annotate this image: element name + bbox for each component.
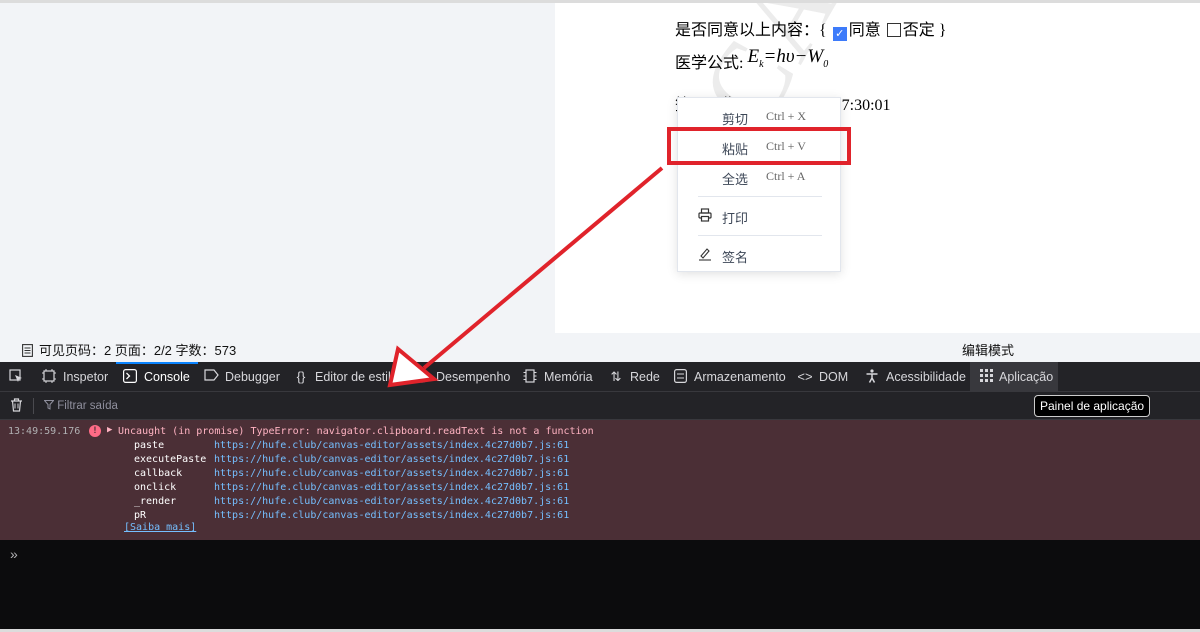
tab-label: Aplicação	[999, 370, 1054, 384]
document-icon	[22, 344, 33, 360]
error-icon: !	[89, 425, 101, 437]
memory-icon	[522, 369, 538, 386]
tab-label: Console	[144, 370, 190, 384]
accessibility-icon	[864, 369, 880, 386]
stack-function: _render	[134, 496, 177, 507]
page-info: 可见页码：2 页面：2/2 字数：573	[22, 340, 236, 360]
filter-divider	[33, 398, 34, 414]
agree-no-label: 否定	[902, 22, 935, 39]
tab-debugger[interactable]: Debugger	[203, 362, 283, 392]
stack-function: paste	[134, 440, 165, 451]
agree-no-checkbox[interactable]	[886, 23, 901, 37]
printer-icon	[698, 208, 712, 225]
menu-divider	[698, 235, 822, 236]
tab-label: Inspetor	[63, 370, 109, 384]
tab-application[interactable]: Aplicação	[970, 362, 1058, 392]
stack-function: executePaste	[134, 454, 207, 465]
menu-item-print[interactable]: 打印	[678, 202, 840, 230]
filter-placeholder: Filtrar saída	[57, 400, 118, 412]
formula-label: 医学公式:	[675, 55, 744, 72]
menu-item-label: 剪切	[722, 112, 749, 127]
stack-location-link[interactable]: https://hufe.club/canvas-editor/assets/i…	[214, 510, 569, 521]
menu-item-label: 打印	[722, 211, 749, 226]
expand-triangle-icon[interactable]: ▶	[107, 425, 112, 435]
paste-highlight-box	[667, 127, 851, 165]
menu-divider	[698, 196, 822, 197]
tab-label: Debugger	[225, 370, 280, 384]
agree-suffix: }	[938, 22, 947, 39]
menu-item-select-all[interactable]: 全选 Ctrl + A	[678, 163, 840, 191]
tab-label: Editor de estilos	[315, 370, 404, 384]
menu-item-shortcut: Ctrl + A	[766, 169, 806, 183]
console-error-message[interactable]: 13:49:59.176 ! ▶ Uncaught (in promise) T…	[0, 420, 1200, 540]
error-text: Uncaught (in promise) TypeError: navigat…	[118, 426, 594, 437]
formula-line: 医学公式: Ek=hυ−W0	[675, 46, 829, 76]
application-tooltip: Painel de aplicação	[1034, 395, 1151, 417]
menu-item-shortcut: Ctrl + X	[766, 109, 807, 123]
console-filter-bar: Filtrar saída	[0, 392, 1200, 420]
trash-icon[interactable]	[10, 398, 23, 415]
devtools-toolbar: Inspetor Console Debugger {} Editor de e…	[0, 362, 1200, 392]
stack-function: callback	[134, 468, 183, 479]
stack-location-link[interactable]: https://hufe.club/canvas-editor/assets/i…	[214, 496, 569, 507]
tab-style-editor[interactable]: {} Editor de estilos	[293, 362, 404, 392]
grid-icon	[978, 369, 994, 385]
updown-arrows-icon: ⇅	[610, 369, 622, 384]
page-info-text: 可见页码：2 页面：2/2 字数：573	[39, 343, 237, 358]
console-icon	[122, 369, 138, 386]
braces-icon: {}	[296, 369, 306, 384]
menu-item-label: 全选	[722, 172, 749, 187]
formula: Ek=hυ−W0	[747, 46, 829, 70]
stack-function: pR	[134, 510, 147, 521]
storage-icon	[672, 369, 688, 386]
tab-label: Acessibilidade	[886, 370, 966, 384]
inspector-icon	[41, 369, 57, 386]
tab-label: Rede	[630, 370, 660, 384]
stack-location-link[interactable]: https://hufe.club/canvas-editor/assets/i…	[214, 482, 569, 493]
status-footer: 可见页码：2 页面：2/2 字数：573 编辑模式	[0, 333, 1200, 362]
filter-input[interactable]: Filtrar saída	[43, 400, 118, 412]
menu-item-signature[interactable]: 签名	[678, 241, 840, 269]
signature-icon	[698, 247, 712, 264]
tab-console[interactable]: Console	[116, 362, 198, 392]
gauge-icon	[414, 369, 430, 386]
console-prompt[interactable]: »	[10, 546, 18, 562]
document-page[interactable]: CANVAS-EDITOR 是否同意以上内容：{ ✓同意 否定 } 医学公式: …	[555, 3, 1200, 333]
tab-inspector[interactable]: Inspetor	[41, 362, 111, 392]
debugger-icon	[203, 369, 219, 384]
devtools-panel: Inspetor Console Debugger {} Editor de e…	[0, 362, 1200, 632]
tab-dom[interactable]: <> DOM	[797, 362, 849, 392]
stack-location-link[interactable]: https://hufe.club/canvas-editor/assets/i…	[214, 468, 569, 479]
stack-location-link[interactable]: https://hufe.club/canvas-editor/assets/i…	[214, 454, 569, 465]
code-brackets-icon: <>	[797, 369, 813, 384]
agree-prefix: 是否同意以上内容：{	[675, 22, 827, 39]
agree-yes-label: 同意	[848, 22, 881, 39]
learn-more-link[interactable]: [Saiba mais]	[124, 522, 196, 533]
tab-label: Memória	[544, 370, 593, 384]
tab-label: DOM	[819, 370, 849, 384]
edit-mode[interactable]: 编辑模式	[962, 340, 1014, 359]
element-picker-button[interactable]	[8, 362, 28, 392]
filter-icon	[43, 400, 57, 412]
tab-performance[interactable]: Desempenho	[414, 362, 511, 392]
error-timestamp: 13:49:59.176	[8, 426, 81, 437]
tab-network[interactable]: ⇅ Rede	[608, 362, 660, 392]
context-menu: 剪切 Ctrl + X 粘贴 Ctrl + V 全选 Ctrl + A 打印 签…	[677, 97, 841, 272]
tab-storage[interactable]: Armazenamento	[672, 362, 786, 392]
stack-location-link[interactable]: https://hufe.club/canvas-editor/assets/i…	[214, 440, 569, 451]
agree-line: 是否同意以上内容：{ ✓ 同意 否定 }	[675, 16, 946, 41]
tab-memory[interactable]: Memória	[522, 362, 594, 392]
picker-icon	[8, 369, 24, 386]
agree-yes-checkbox[interactable]: ✓	[832, 27, 847, 41]
tab-label: Desempenho	[436, 370, 511, 384]
tab-accessibility[interactable]: Acessibilidade	[864, 362, 966, 392]
stack-function: onclick	[134, 482, 177, 493]
menu-item-label: 签名	[722, 250, 749, 265]
tab-label: Armazenamento	[694, 370, 786, 384]
editor-area: CANVAS-EDITOR 是否同意以上内容：{ ✓同意 否定 } 医学公式: …	[0, 0, 1200, 362]
